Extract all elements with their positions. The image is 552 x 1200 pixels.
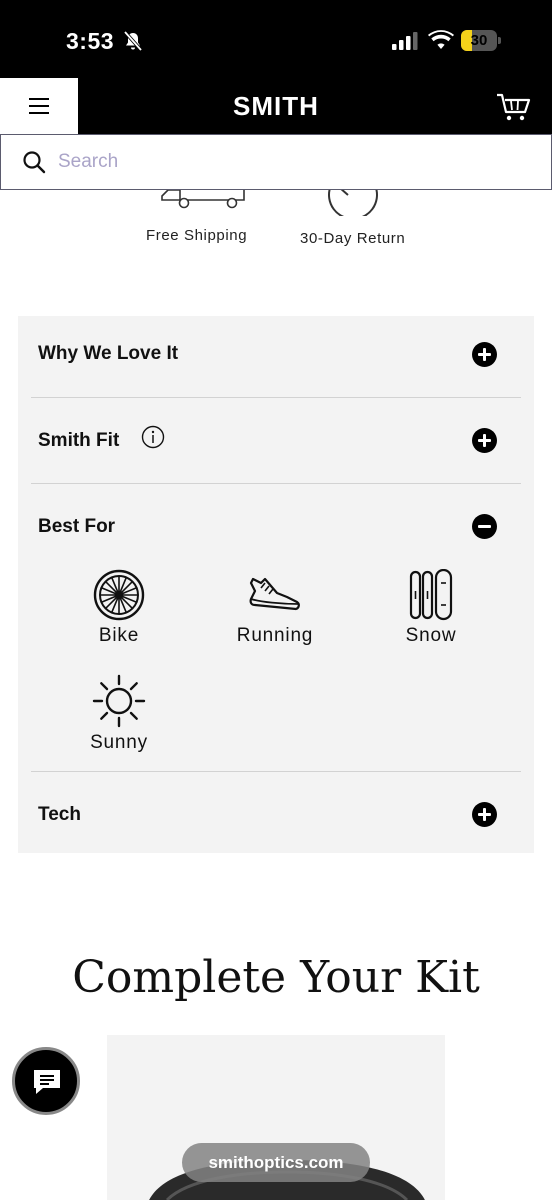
complete-your-kit-heading: Complete Your Kit: [72, 952, 480, 1003]
search-icon: [23, 151, 46, 174]
wifi-icon: [428, 30, 454, 49]
bike-label: Bike: [98, 625, 140, 646]
search-bar[interactable]: [0, 134, 552, 190]
browser-url-pill[interactable]: smithoptics.com: [182, 1143, 370, 1182]
collapse-minus-icon[interactable]: [472, 514, 497, 539]
why-we-love-it-title[interactable]: Why We Love It: [38, 343, 178, 365]
product-details-accordion: Why We Love It Smith Fit Best For Bike R…: [18, 316, 534, 853]
site-header: SMITH: [0, 78, 552, 134]
snow-label: Snow: [405, 625, 457, 646]
best-for-title[interactable]: Best For: [38, 516, 115, 538]
status-bar: 3:53 30: [0, 0, 552, 78]
running-shoe-icon: [249, 577, 300, 611]
truck-icon: [161, 190, 245, 209]
battery-level: 30: [470, 32, 488, 49]
status-time: 3:53: [66, 28, 115, 54]
best-for-item-snow: Snow: [376, 569, 486, 647]
search-input[interactable]: [58, 151, 498, 173]
best-for-item-sunny: Sunny: [64, 674, 174, 754]
smith-fit-title[interactable]: Smith Fit: [38, 430, 119, 452]
battery-indicator: 30: [461, 30, 501, 51]
divider: [31, 771, 521, 772]
free-shipping-label: Free Shipping: [146, 227, 248, 244]
running-label: Running: [236, 625, 314, 646]
skis-snowboard-icon: [409, 569, 453, 621]
divider: [31, 483, 521, 484]
return-icon: [328, 190, 378, 216]
sun-icon: [92, 674, 146, 728]
info-icon[interactable]: [141, 425, 165, 449]
chat-button[interactable]: [12, 1047, 80, 1115]
tech-title[interactable]: Tech: [38, 804, 81, 826]
chat-bubble-icon: [34, 1070, 60, 1094]
bell-muted-icon: [123, 30, 143, 52]
perks-strip: Free Shipping 30-Day Return: [0, 190, 552, 260]
bike-wheel-icon: [93, 569, 145, 621]
expand-plus-icon[interactable]: [472, 342, 497, 367]
divider: [31, 397, 521, 398]
cart-icon[interactable]: [496, 92, 532, 122]
sunny-label: Sunny: [90, 732, 148, 753]
best-for-item-bike: Bike: [64, 569, 174, 647]
smith-logo[interactable]: SMITH: [0, 91, 552, 122]
best-for-item-running: Running: [220, 569, 330, 647]
expand-plus-icon[interactable]: [472, 802, 497, 827]
expand-plus-icon[interactable]: [472, 428, 497, 453]
cellular-signal-icon: [392, 32, 418, 50]
return-policy-label: 30-Day Return: [300, 230, 406, 247]
